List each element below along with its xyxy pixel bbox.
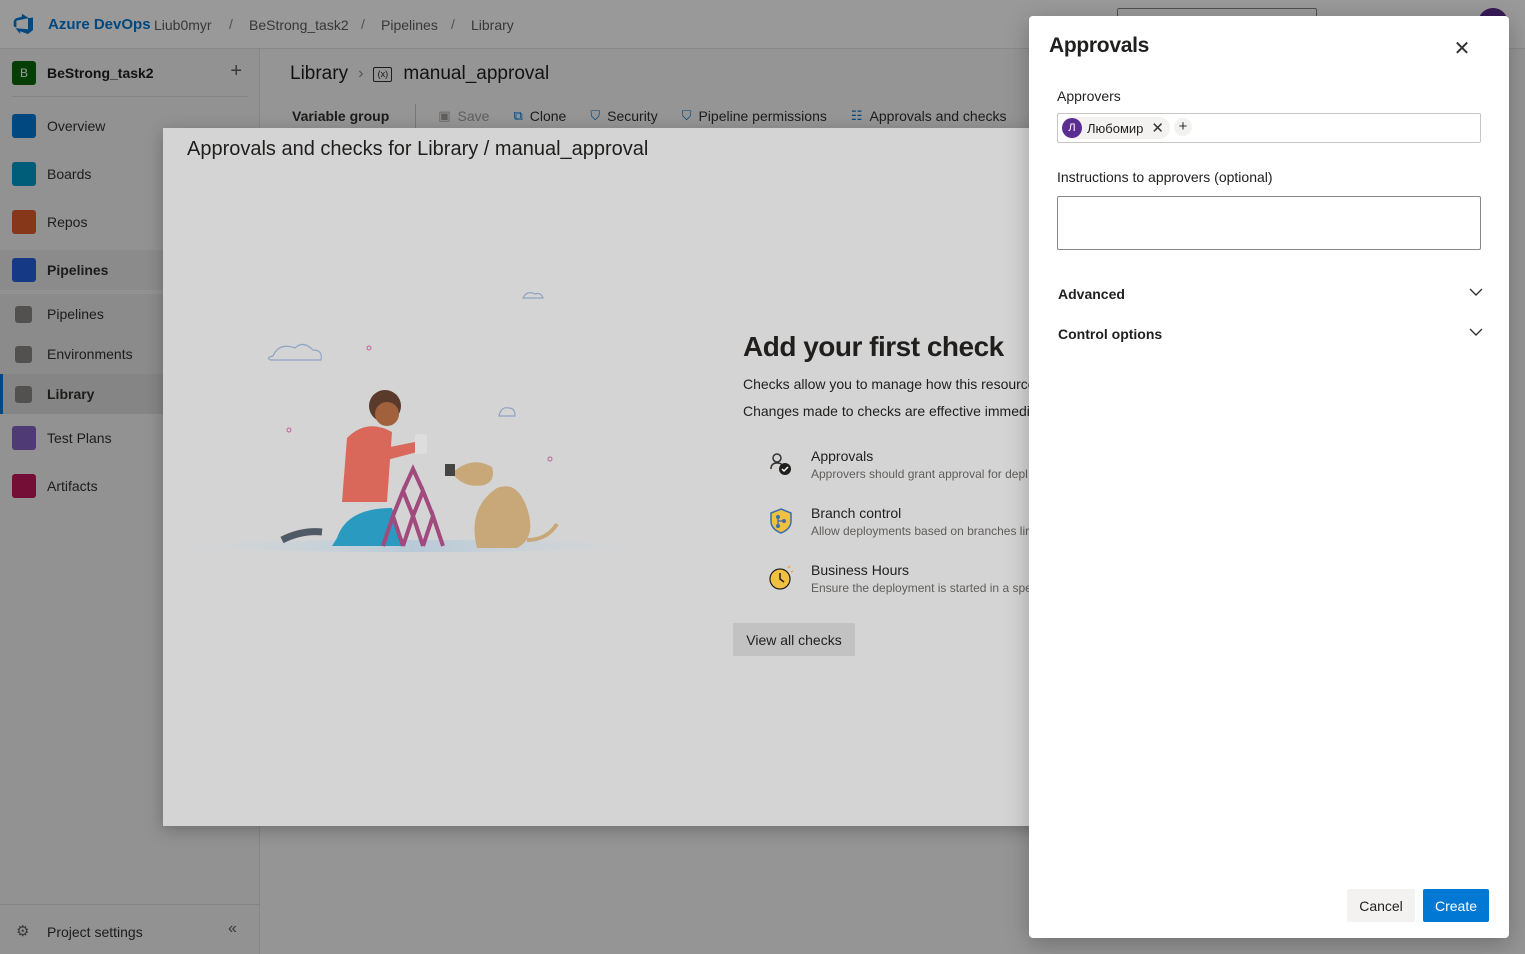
chevron-down-icon [1469, 288, 1483, 296]
view-all-checks-button[interactable]: View all checks [733, 623, 855, 656]
approvers-label: Approvers [1057, 88, 1121, 104]
check-description: Allow deployments based on branches lir [811, 524, 1030, 538]
checks-dialog-title: Approvals and checks for Library / manua… [187, 138, 649, 160]
chevron-down-icon [1469, 328, 1483, 336]
check-name: Business Hours [811, 562, 910, 578]
checks-dialog: Approvals and checks for Library / manua… [163, 128, 1043, 826]
approver-pill: Л Любомир ✕ [1062, 117, 1170, 139]
add-approver-icon[interactable]: + [1174, 118, 1192, 136]
approvers-input[interactable]: Л Любомир ✕ + [1057, 113, 1481, 143]
check-name: Approvals [811, 448, 874, 464]
checks-description: Checks allow you to manage how this reso… [743, 376, 1036, 392]
approvals-icon [770, 453, 791, 475]
checks-description: Changes made to checks are effective imm… [743, 403, 1038, 419]
instructions-input[interactable] [1057, 196, 1481, 250]
control-options-section-toggle[interactable]: Control options [1057, 323, 1483, 347]
create-button[interactable]: Create [1423, 889, 1489, 922]
branch-control-icon [770, 508, 792, 534]
advanced-label: Advanced [1058, 286, 1125, 302]
panel-title: Approvals [1049, 34, 1149, 57]
check-name: Branch control [811, 505, 902, 521]
clock-icon [769, 565, 794, 590]
approvals-panel: Approvals ✕ Approvers Л Любомир ✕ + Inst… [1029, 16, 1509, 938]
check-description: Ensure the deployment is started in a sp… [811, 581, 1038, 595]
cancel-button[interactable]: Cancel [1347, 889, 1415, 922]
close-icon[interactable]: ✕ [1453, 39, 1471, 59]
control-options-label: Control options [1058, 326, 1163, 342]
remove-approver-icon[interactable]: ✕ [1151, 119, 1164, 137]
approver-avatar: Л [1062, 118, 1082, 138]
approver-name: Любомир [1087, 120, 1144, 136]
house-of-cards-illustration [187, 292, 637, 552]
advanced-section-toggle[interactable]: Advanced [1057, 283, 1483, 307]
instructions-label: Instructions to approvers (optional) [1057, 169, 1273, 185]
check-description: Approvers should grant approval for depl [811, 467, 1028, 481]
add-first-check-heading: Add your first check [743, 331, 1004, 362]
